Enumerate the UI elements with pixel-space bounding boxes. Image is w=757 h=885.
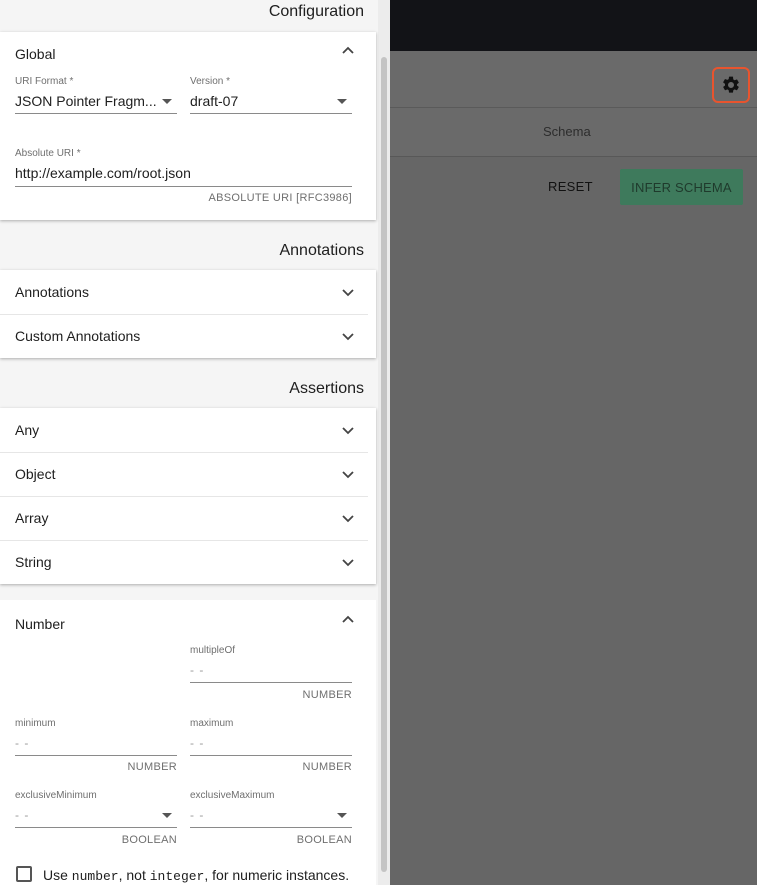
expander-label: Array [15, 510, 49, 526]
multipleof-input[interactable]: - - [190, 663, 204, 677]
chevron-down-icon [342, 559, 354, 567]
global-panel: Global URI Format * JSON Pointer Fragm..… [0, 32, 376, 220]
absolute-uri-label: Absolute URI * [15, 148, 81, 159]
drawer-title: Configuration [268, 3, 364, 20]
chevron-up-icon[interactable] [341, 613, 355, 627]
version-select[interactable]: draft-07 [190, 93, 330, 109]
exclusive-maximum-select[interactable]: - - [190, 808, 204, 822]
absolute-uri-underline [15, 186, 352, 187]
chevron-down-icon [342, 515, 354, 523]
checkbox-text-post: , for numeric instances. [204, 867, 350, 883]
expander-array[interactable]: Array [0, 496, 368, 541]
minimum-input[interactable]: - - [15, 736, 29, 750]
chevron-up-icon[interactable] [341, 44, 355, 58]
dropdown-arrow-icon[interactable] [162, 813, 172, 818]
global-header[interactable]: Global [15, 46, 55, 62]
expander-label: Custom Annotations [15, 328, 141, 344]
dropdown-arrow-icon[interactable] [337, 813, 347, 818]
uri-format-select[interactable]: JSON Pointer Fragm... [15, 93, 160, 109]
multipleof-label: multipleOf [190, 645, 236, 656]
tab-schema[interactable]: Schema [543, 124, 591, 139]
chevron-down-icon [342, 471, 354, 479]
use-number-checkbox[interactable] [16, 866, 32, 882]
exclusive-maximum-helper: BOOLEAN [296, 834, 352, 846]
exclusive-maximum-label: exclusiveMaximum [190, 790, 275, 801]
dropdown-arrow-icon[interactable] [162, 99, 172, 104]
multipleof-underline [190, 682, 352, 683]
settings-button[interactable] [712, 67, 750, 103]
minimum-label: minimum [15, 718, 56, 729]
number-panel: Number multipleOf - - NUMBER minimum - -… [0, 600, 376, 885]
annotations-panel: Annotations Custom Annotations [0, 270, 376, 358]
uri-format-underline [15, 113, 177, 114]
scrollbar-thumb[interactable] [381, 57, 387, 872]
exclusive-minimum-helper: BOOLEAN [121, 834, 177, 846]
maximum-helper: NUMBER [302, 761, 352, 773]
configuration-drawer: Configuration Global URI Format * JSON P… [0, 0, 390, 885]
checkbox-text-pre: Use [43, 867, 72, 883]
gear-icon [723, 76, 739, 93]
use-number-checkbox-label[interactable]: Use number, not integer, for numeric ins… [43, 867, 349, 884]
expander-any[interactable]: Any [0, 408, 368, 453]
expander-annotations[interactable]: Annotations [0, 270, 368, 315]
maximum-underline [190, 755, 352, 756]
assertions-panel: Any Object Array String [0, 408, 376, 584]
expander-label: Annotations [15, 284, 89, 300]
exclusive-minimum-underline [15, 827, 177, 828]
expander-string[interactable]: String [0, 540, 368, 584]
chevron-down-icon [342, 427, 354, 435]
reset-button[interactable]: RESET [548, 179, 593, 194]
dropdown-arrow-icon[interactable] [337, 99, 347, 104]
checkbox-code-number: number [71, 869, 119, 884]
chevron-down-icon [342, 333, 354, 341]
expander-label: String [15, 554, 52, 570]
maximum-input[interactable]: - - [190, 736, 204, 750]
multipleof-helper: NUMBER [302, 689, 352, 701]
version-underline [190, 113, 352, 114]
checkbox-code-integer: integer [149, 869, 205, 884]
maximum-label: maximum [190, 718, 234, 729]
assertions-section-title: Assertions [289, 380, 364, 397]
minimum-helper: NUMBER [127, 761, 177, 773]
version-label: Version * [190, 76, 231, 87]
absolute-uri-input[interactable]: http://example.com/root.json [15, 165, 350, 181]
infer-schema-button[interactable]: INFER SCHEMA [620, 169, 743, 205]
exclusive-maximum-underline [190, 827, 352, 828]
uri-format-label: URI Format * [15, 76, 74, 87]
expander-label: Object [15, 466, 56, 482]
checkbox-text-mid: , not [118, 867, 150, 883]
expander-custom-annotations[interactable]: Custom Annotations [0, 314, 368, 358]
exclusive-minimum-select[interactable]: - - [15, 808, 29, 822]
chevron-down-icon [342, 289, 354, 297]
expander-object[interactable]: Object [0, 452, 368, 497]
expander-label: Any [15, 422, 40, 438]
exclusive-minimum-label: exclusiveMinimum [15, 790, 97, 801]
number-header[interactable]: Number [15, 616, 65, 632]
absolute-uri-helper: ABSOLUTE URI [RFC3986] [208, 192, 352, 204]
minimum-underline [15, 755, 177, 756]
annotations-section-title: Annotations [279, 242, 364, 259]
